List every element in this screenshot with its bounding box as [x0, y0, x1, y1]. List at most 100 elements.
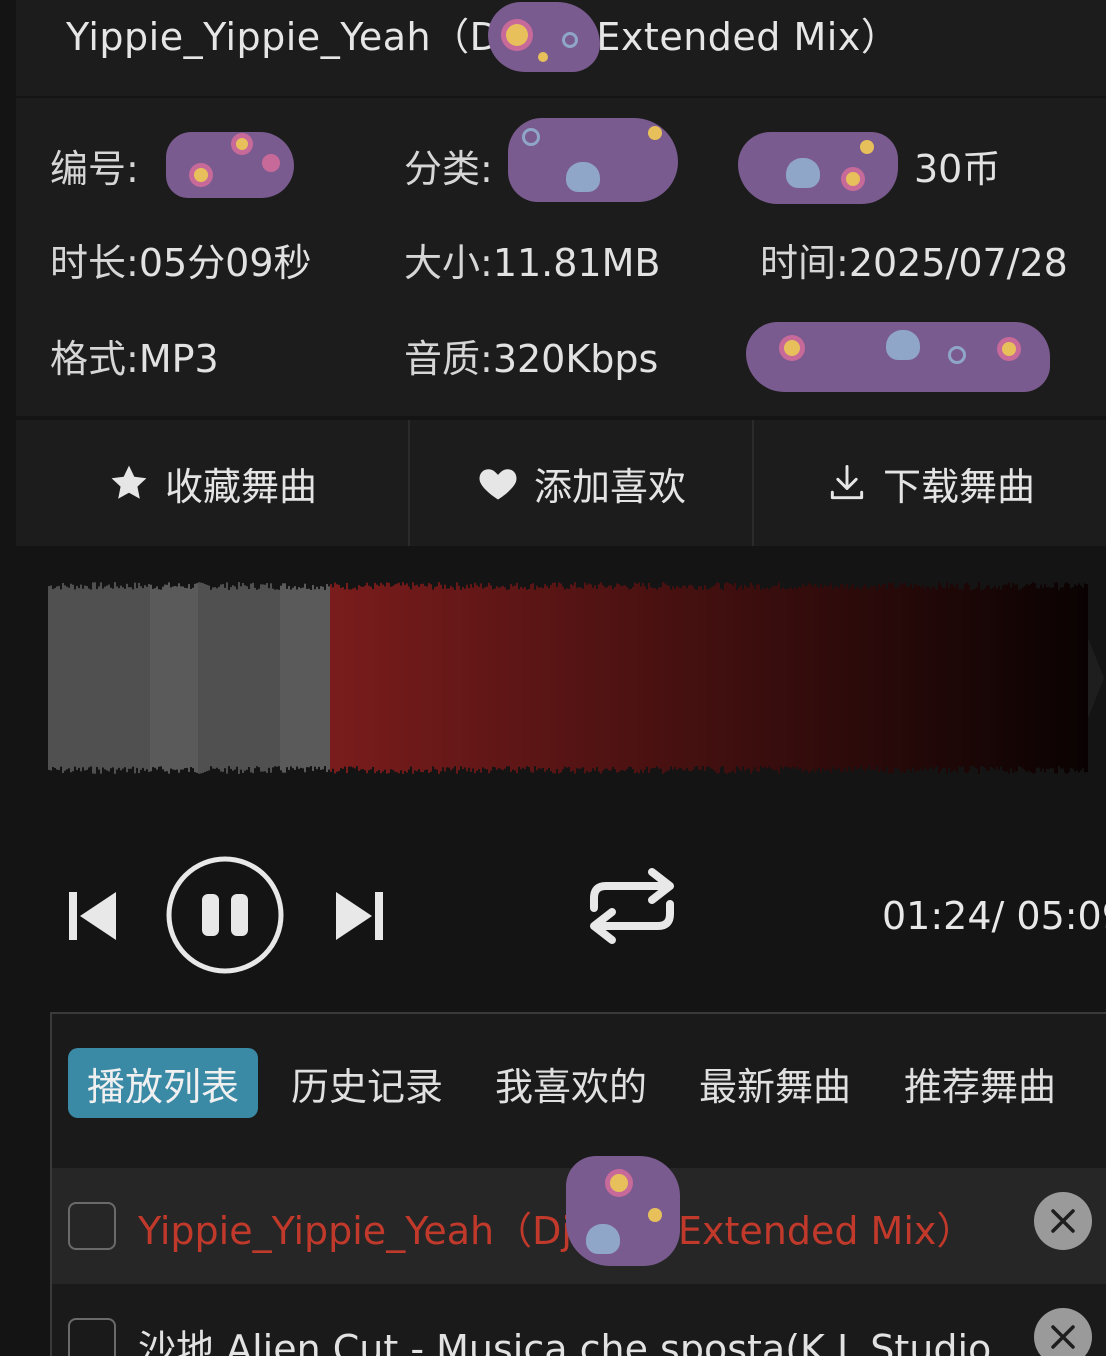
- waveform-bar: [164, 584, 166, 772]
- waveform-bar: [604, 587, 606, 769]
- waveform-bar: [572, 585, 574, 771]
- pause-button[interactable]: [164, 854, 286, 976]
- tab-recommended[interactable]: 推荐舞曲: [894, 1048, 1066, 1118]
- waveform-bar: [506, 589, 508, 767]
- waveform-bar: [770, 587, 772, 769]
- waveform-bar: [656, 589, 658, 767]
- waveform-bar: [454, 589, 456, 767]
- track-title-prefix: Yippie_Yippie_Yeah（Dj: [66, 15, 511, 59]
- row-title-prefix: Yippie_Yippie_Yeah（Dj.: [138, 1209, 584, 1253]
- waveform-bar: [106, 585, 108, 771]
- waveform-bar: [540, 587, 542, 769]
- tab-favorites[interactable]: 我喜欢的: [486, 1048, 656, 1118]
- waveform-bar: [282, 583, 284, 773]
- waveform-bar: [456, 582, 458, 774]
- collect-button[interactable]: 收藏舞曲: [16, 420, 408, 546]
- waveform-seekbar[interactable]: [48, 580, 1106, 776]
- waveform-bar: [498, 587, 500, 769]
- waveform-bar: [190, 588, 192, 768]
- player-screen: Yippie_Yippie_Yeah（Dj Extended Mix） 编号: 分…: [0, 0, 1106, 1356]
- waveform-bar: [918, 585, 920, 771]
- waveform-bar: [156, 586, 158, 770]
- waveform-bar: [738, 587, 740, 769]
- tab-playlist[interactable]: 播放列表: [68, 1048, 258, 1118]
- waveform-bar: [716, 582, 718, 774]
- tab-latest[interactable]: 最新舞曲: [690, 1048, 860, 1118]
- waveform-bar: [670, 589, 672, 767]
- waveform-bar: [402, 582, 404, 774]
- waveform-bar: [1002, 585, 1004, 771]
- waveform-bar: [480, 583, 482, 773]
- waveform-bar: [484, 587, 486, 769]
- waveform-bar: [628, 589, 630, 767]
- waveform-bar: [862, 586, 864, 770]
- waveform-bar: [94, 582, 96, 774]
- previous-button[interactable]: [66, 888, 120, 944]
- tab-label: 播放列表: [86, 1064, 239, 1109]
- row-checkbox[interactable]: [68, 1318, 116, 1356]
- waveform-bar: [888, 582, 890, 774]
- waveform-bar: [1082, 587, 1084, 769]
- waveform-bar: [74, 589, 76, 767]
- redaction-sticker: [746, 322, 1050, 392]
- waveform-bar: [1046, 587, 1048, 769]
- waveform-bar: [618, 584, 620, 772]
- waveform-bar: [192, 587, 194, 769]
- waveform-bar: [312, 585, 314, 771]
- waveform-bar: [730, 583, 732, 773]
- waveform-bar: [450, 585, 452, 771]
- waveform-bar: [648, 582, 650, 774]
- waveform-bar: [114, 582, 116, 774]
- waveform-bar: [208, 585, 210, 771]
- waveform-bar: [244, 585, 246, 771]
- waveform-bar: [750, 582, 752, 774]
- waveform-bar: [926, 586, 928, 770]
- waveform-bar: [452, 587, 454, 769]
- duration-field: 时长:05分09秒: [50, 232, 312, 287]
- waveform-bar: [646, 589, 648, 767]
- download-button[interactable]: 下载舞曲: [754, 420, 1106, 546]
- waveform-bar: [266, 583, 268, 773]
- waveform-bar: [98, 586, 100, 770]
- waveform-bar: [116, 586, 118, 770]
- waveform-bar: [842, 584, 844, 772]
- waveform-bar: [910, 583, 912, 773]
- waveform-bar: [62, 582, 64, 774]
- date-label: 时间:: [760, 241, 849, 285]
- row-checkbox[interactable]: [68, 1202, 116, 1250]
- quality-label: 音质:: [404, 337, 493, 381]
- waveform-bar: [878, 583, 880, 773]
- remove-button[interactable]: [1034, 1192, 1092, 1250]
- waveform-bar: [592, 587, 594, 769]
- waveform-bar: [854, 589, 856, 767]
- repeat-button[interactable]: [578, 864, 686, 948]
- waveform-bar: [798, 586, 800, 770]
- remove-button[interactable]: [1034, 1308, 1092, 1356]
- waveform-bar: [948, 588, 950, 768]
- waveform-bar: [1038, 588, 1040, 768]
- waveform-bar: [978, 582, 980, 774]
- waveform-bar: [418, 586, 420, 770]
- waveform-bar: [216, 588, 218, 768]
- waveform-bar: [558, 582, 560, 774]
- waveform-bar: [724, 583, 726, 773]
- waveform-bar: [698, 586, 700, 770]
- waveform-bar: [466, 584, 468, 772]
- waveform-bar: [974, 588, 976, 768]
- waveform-bar: [80, 584, 82, 772]
- waveform-bar: [120, 585, 122, 771]
- redaction-sticker: [166, 132, 294, 198]
- waveform-bar: [686, 588, 688, 768]
- waveform-bar: [438, 582, 440, 774]
- waveform-bar: [756, 584, 758, 772]
- date-value: 2025/07/28: [848, 241, 1068, 285]
- next-button[interactable]: [332, 888, 386, 944]
- waveform-bar: [554, 582, 556, 774]
- like-button[interactable]: 添加喜欢: [410, 420, 752, 546]
- waveform-bar: [666, 585, 668, 771]
- waveform-bar: [132, 589, 134, 767]
- waveform-bar: [260, 584, 262, 772]
- waveform-bar: [682, 585, 684, 771]
- playlist-row[interactable]: 沙地 Alien Cut - Musica che sposta(K.L Stu…: [52, 1284, 1106, 1356]
- tab-history[interactable]: 历史记录: [282, 1048, 452, 1118]
